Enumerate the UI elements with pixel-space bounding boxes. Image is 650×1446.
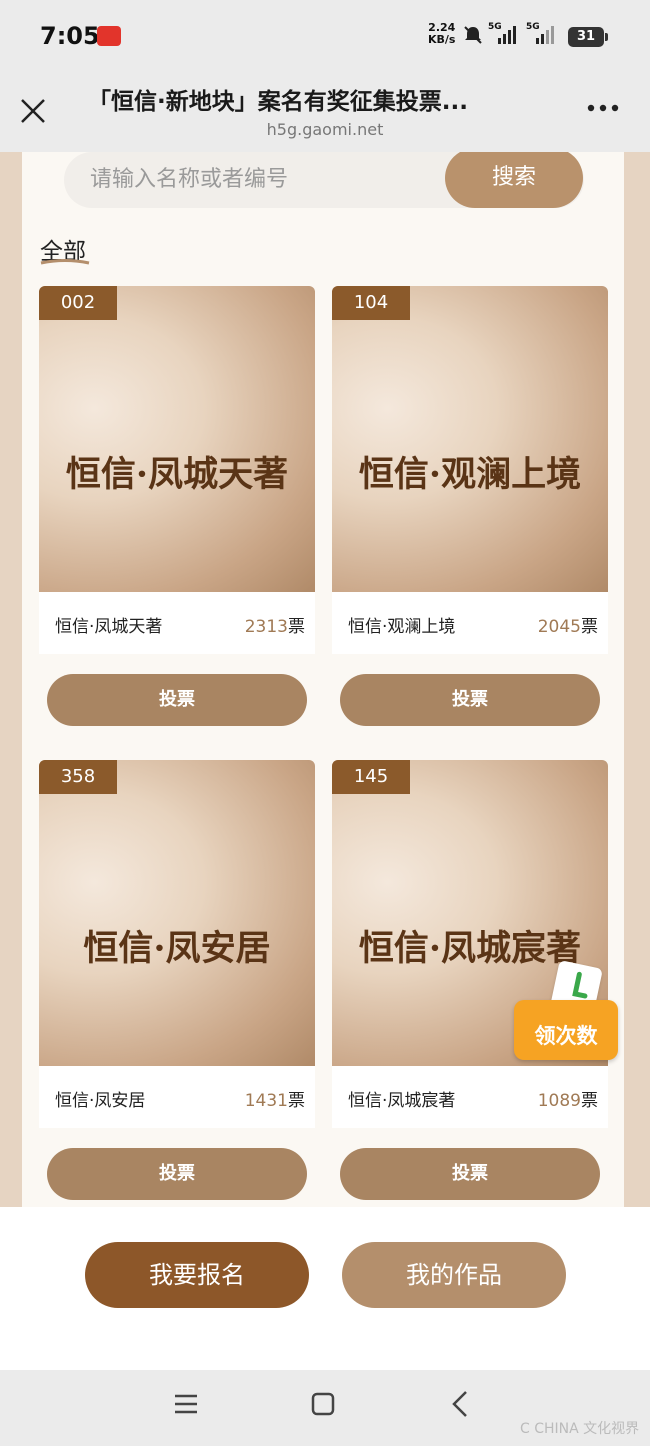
vote-button[interactable]: 投票 (47, 1148, 307, 1200)
section-underline (40, 259, 90, 265)
home-icon[interactable] (311, 1392, 335, 1416)
search-input[interactable] (90, 164, 430, 194)
entry-info: 恒信·凤安居 1431票 (39, 1066, 315, 1128)
claim-votes-label: 领次数 (534, 1024, 598, 1048)
browser-title-bar: 「恒信·新地块」案名有奖征集投票... h5g.gaomi.net (0, 72, 650, 152)
vote-button[interactable]: 投票 (340, 1148, 600, 1200)
entry-name: 恒信·凤安居 (55, 1091, 146, 1111)
entry-image-text: 恒信·观澜上境 (358, 454, 582, 495)
entry-info: 恒信·观澜上境 2045票 (332, 592, 608, 654)
vote-button[interactable]: 投票 (47, 674, 307, 726)
status-bar: 7:05 2.24 KB/s 5G 5G 31 (0, 0, 650, 72)
entry-name: 恒信·凤城宸著 (348, 1091, 456, 1111)
entry-image-text: 恒信·凤安居 (83, 928, 271, 969)
page-content: 搜索 全部 002 恒信·凤城天著 恒信·凤城天著 2313票 投票 104 恒… (0, 152, 650, 1207)
entry-name: 恒信·凤城天著 (55, 617, 163, 637)
more-menu-icon[interactable] (586, 98, 622, 122)
entry-votes: 1089票 (537, 1091, 598, 1111)
signal-icon-1: 5G (488, 22, 518, 50)
entry-name: 恒信·观澜上境 (348, 617, 456, 637)
system-nav-bar: C CHINA 文化视界 (0, 1370, 650, 1446)
entry-votes: 2313票 (244, 617, 305, 637)
register-button[interactable]: 我要报名 (85, 1242, 309, 1308)
entry-info: 恒信·凤城天著 2313票 (39, 592, 315, 654)
entry-votes: 2045票 (537, 617, 598, 637)
battery-icon: 31 (568, 27, 608, 47)
claim-votes-badge[interactable]: 领次数 (510, 959, 622, 1064)
signal-icon-2: 5G (526, 22, 560, 50)
entry-image[interactable]: 358 恒信·凤安居 (39, 760, 315, 1066)
status-time: 7:05 (40, 22, 100, 50)
network-speed: 2.24 KB/s (428, 21, 456, 46)
watermark: C CHINA 文化视界 (520, 1421, 640, 1437)
entry-image-text: 恒信·凤城天著 (65, 454, 289, 495)
page-url: h5g.gaomi.net (266, 120, 384, 139)
entry-votes: 1431票 (244, 1091, 305, 1111)
app-notification-icon (97, 26, 121, 46)
search-button[interactable]: 搜索 (445, 152, 583, 208)
my-works-button[interactable]: 我的作品 (342, 1242, 566, 1308)
page-title: 「恒信·新地块」案名有奖征集投票... (88, 89, 468, 115)
recent-apps-icon[interactable] (173, 1392, 199, 1416)
back-icon[interactable] (450, 1390, 470, 1418)
entry-number: 145 (332, 760, 410, 794)
mute-icon (464, 26, 482, 44)
entry-info: 恒信·凤城宸著 1089票 (332, 1066, 608, 1128)
entry-image[interactable]: 002 恒信·凤城天著 (39, 286, 315, 592)
entry-number: 358 (39, 760, 117, 794)
vote-button[interactable]: 投票 (340, 674, 600, 726)
bottom-action-bar: 我要报名 我的作品 (0, 1207, 650, 1370)
entry-number: 104 (332, 286, 410, 320)
entry-number: 002 (39, 286, 117, 320)
entry-image[interactable]: 104 恒信·观澜上境 (332, 286, 608, 592)
